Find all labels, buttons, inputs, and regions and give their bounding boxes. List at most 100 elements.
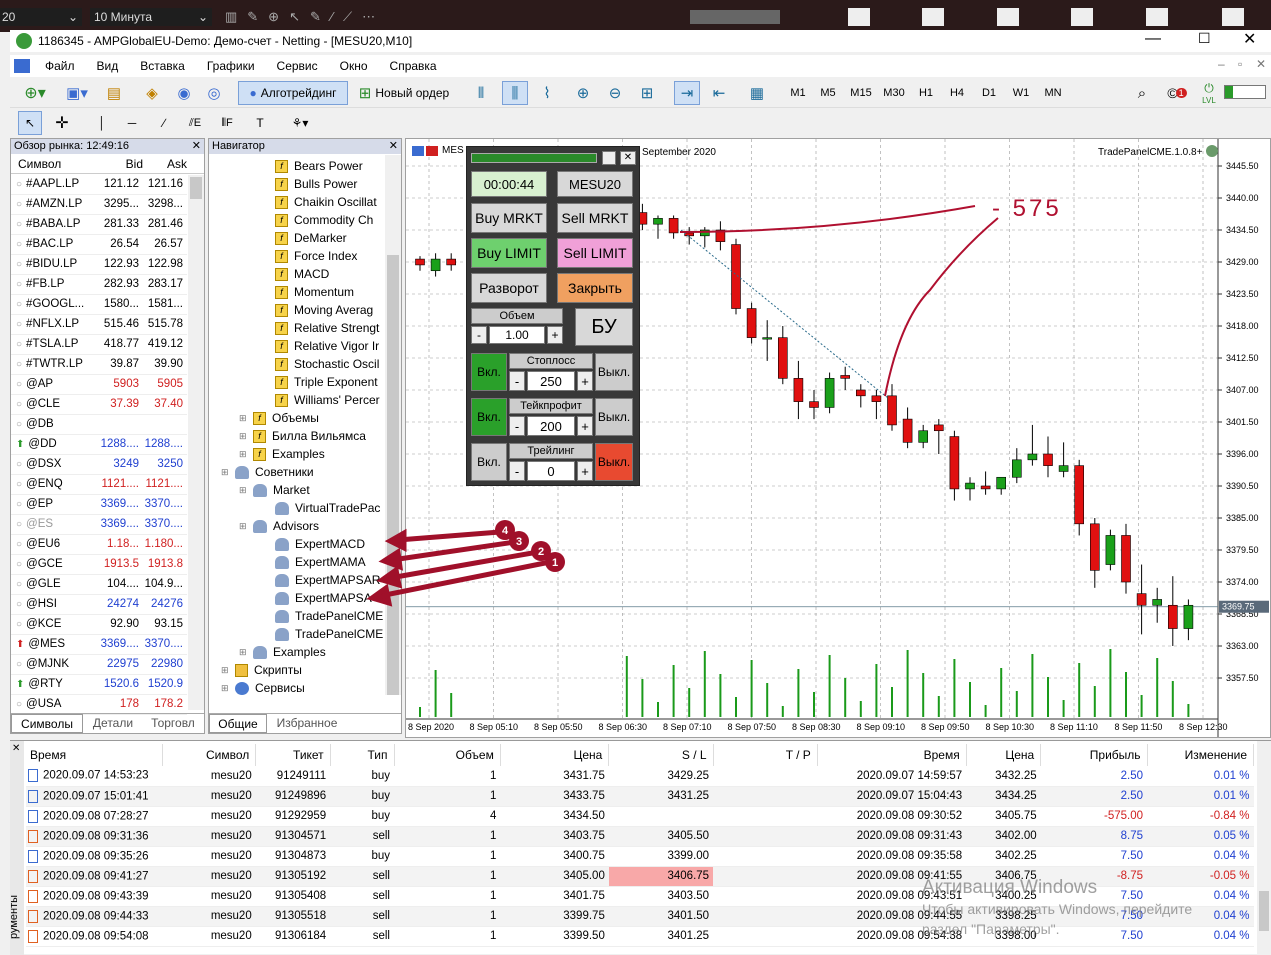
close-panel-button[interactable]: ✕ xyxy=(620,151,636,165)
menu-insert[interactable]: Вставка xyxy=(129,59,196,73)
market-watch-row[interactable]: ○ @EP 3369.... 3370.... xyxy=(11,494,187,515)
market-watch-row[interactable]: ○ @GCE 1913.5 1913.8 xyxy=(11,554,187,575)
market-watch-row[interactable]: ○ @EU6 1.18... 1.180... xyxy=(11,534,187,555)
navigator-item[interactable]: ExpertMAPSA xyxy=(209,589,385,607)
zoom-out-icon[interactable]: ⊖ xyxy=(602,81,628,105)
navigator-item[interactable]: f Williams' Percer xyxy=(209,391,385,409)
stoploss-minus-button[interactable]: - xyxy=(509,371,525,391)
period-m30[interactable]: M30 xyxy=(879,81,909,105)
navigator-item[interactable]: ⊞ f Билла Вильямса xyxy=(209,427,385,445)
trendline-icon[interactable]: ∕ xyxy=(152,111,176,135)
market-watch-row[interactable]: ○ #BAC.LP 26.54 26.57 xyxy=(11,234,187,255)
fibonacci-icon[interactable]: ⫴F xyxy=(214,111,240,135)
navigator-item[interactable]: f Stochastic Oscil xyxy=(209,355,385,373)
market-watch-row[interactable]: ○ #TWTR.LP 39.87 39.90 xyxy=(11,354,187,375)
tab-favorites[interactable]: Избранное xyxy=(267,714,347,733)
navigator-item[interactable]: ⊞ Market xyxy=(209,481,385,499)
period-m15[interactable]: M15 xyxy=(846,81,876,105)
market-watch-row[interactable]: ⬆ @DD 1288.... 1288.... xyxy=(11,434,187,455)
reverse-button[interactable]: Разворот xyxy=(471,273,547,303)
period-mn[interactable]: MN xyxy=(1041,81,1065,105)
period-d1[interactable]: D1 xyxy=(977,81,1001,105)
market-watch-row[interactable]: ○ @CLE 37.39 37.40 xyxy=(11,394,187,415)
navigator-item[interactable]: f Commodity Ch xyxy=(209,211,385,229)
market-watch-row[interactable]: ⬆ @MES 3369.... 3370.... xyxy=(11,634,187,655)
expand-icon[interactable]: ⊞ xyxy=(239,431,249,442)
market-watch-row[interactable]: ○ @ES 3369.... 3370.... xyxy=(11,514,187,535)
market-watch-row[interactable]: ○ #GOOGL... 1580... 1581... xyxy=(11,294,187,315)
navigator-item[interactable]: ⊞ f Examples xyxy=(209,445,385,463)
tab-trading[interactable]: Торговл xyxy=(143,714,203,733)
trailing-minus-button[interactable]: - xyxy=(509,461,525,481)
timeframe-select[interactable]: 10 Минута ⌄ xyxy=(90,8,212,26)
deals-col-header[interactable]: Тикет xyxy=(255,744,331,766)
deal-row[interactable]: 2020.09.08 09:54:08 mesu20 91306184 sell 1 33… xyxy=(26,926,1254,947)
deal-row[interactable]: 2020.09.08 09:35:26 mesu20 91304873 buy 1 340… xyxy=(26,846,1254,867)
period-w1[interactable]: W1 xyxy=(1009,81,1033,105)
expand-icon[interactable]: ⊞ xyxy=(239,449,249,460)
navigator-item[interactable]: f Relative Strengt xyxy=(209,319,385,337)
line-chart-icon[interactable]: ⌇ xyxy=(534,81,560,105)
scrollbar[interactable] xyxy=(1257,741,1271,955)
navigator-item[interactable]: ⊞ Advisors xyxy=(209,517,385,535)
shapes-icon[interactable]: ⚘▾ xyxy=(280,111,320,135)
equidistant-channel-icon[interactable]: ⫽E xyxy=(182,111,208,135)
expand-icon[interactable]: ⊞ xyxy=(239,647,249,658)
expand-icon[interactable]: ⊞ xyxy=(221,665,231,676)
candlestick-icon[interactable]: ⫼ xyxy=(502,81,528,105)
stoploss-plus-button[interactable]: + xyxy=(577,371,593,391)
expand-icon[interactable]: ⊞ xyxy=(221,683,231,694)
trailing-input[interactable]: 0 xyxy=(527,461,575,481)
navigator-item[interactable]: ⊞ Советники xyxy=(209,463,385,481)
signals-icon[interactable]: ◎ xyxy=(202,81,226,105)
period-h4[interactable]: H4 xyxy=(945,81,969,105)
navigator-item[interactable]: TradePanelCME xyxy=(209,607,385,625)
field-input[interactable]: 20 ⌄ xyxy=(0,8,82,26)
market-watch-row[interactable]: ○ @MJNK 22975 22980 xyxy=(11,654,187,675)
navigator-item[interactable]: ExpertMAMA xyxy=(209,553,385,571)
navigator-item[interactable]: TradePanelCME xyxy=(209,625,385,643)
navigator-item[interactable]: ExpertMAPSAR xyxy=(209,571,385,589)
close-icon[interactable]: ✕ xyxy=(192,139,201,152)
chart-menu-icon[interactable] xyxy=(412,145,424,156)
takeprofit-minus-button[interactable]: - xyxy=(509,416,525,436)
market-watch-row[interactable]: ○ #TSLA.LP 418.77 419.12 xyxy=(11,334,187,355)
navigator-item[interactable]: ⊞ Скрипты xyxy=(209,661,385,679)
profiles-icon[interactable]: ▣▾ xyxy=(60,81,94,105)
trailing-plus-button[interactable]: + xyxy=(577,461,593,481)
market-watch-row[interactable]: ○ @HSI 24274 24276 xyxy=(11,594,187,615)
navigator-item[interactable]: f DeMarker xyxy=(209,229,385,247)
market-watch-row[interactable]: ○ @KCE 92.90 93.15 xyxy=(11,614,187,635)
expand-icon[interactable]: ⊞ xyxy=(239,413,249,424)
navigator-item[interactable]: VirtualTradePac xyxy=(209,499,385,517)
tab-symbols[interactable]: Символы xyxy=(11,714,83,733)
data-window-icon[interactable]: ◈ xyxy=(140,81,164,105)
market-watch-row[interactable]: ○ #FB.LP 282.93 283.17 xyxy=(11,274,187,295)
navigator-item[interactable]: f Bulls Power xyxy=(209,175,385,193)
scrollbar[interactable] xyxy=(188,175,204,710)
window-close-icon[interactable]: ✕ xyxy=(1256,57,1266,71)
col-symbol[interactable]: Символ xyxy=(11,157,99,171)
trailing-off-button[interactable]: Выкл. xyxy=(595,443,633,481)
market-watch-row[interactable]: ○ @ENQ 1121.... 1121.... xyxy=(11,474,187,495)
deal-row[interactable]: 2020.09.08 09:31:36 mesu20 91304571 sell 1 34… xyxy=(26,826,1254,847)
market-watch-row[interactable]: ○ #BABA.LP 281.33 281.46 xyxy=(11,214,187,235)
navigator-item[interactable]: f Relative Vigor Ir xyxy=(209,337,385,355)
deal-row[interactable]: 2020.09.08 07:28:27 mesu20 91292959 buy 4 343… xyxy=(26,806,1254,827)
col-ask[interactable]: Ask xyxy=(143,157,187,171)
deals-col-header[interactable]: Прибыль xyxy=(1040,744,1148,766)
market-watch-row[interactable]: ○ #AMZN.LP 3295... 3298... xyxy=(11,194,187,215)
deals-col-header[interactable]: Изменение xyxy=(1147,744,1255,766)
deals-col-header[interactable]: Время xyxy=(26,744,163,766)
vertical-line-icon[interactable]: │ xyxy=(90,111,114,135)
deals-col-header[interactable]: Тип xyxy=(330,744,395,766)
zoom-in-icon[interactable]: ⊕ xyxy=(570,81,596,105)
menu-help[interactable]: Справка xyxy=(379,59,448,73)
trailing-on-button[interactable]: Вкл. xyxy=(471,443,507,481)
close-position-button[interactable]: Закрыть xyxy=(557,273,633,303)
close-button[interactable]: ✕ xyxy=(1243,29,1256,49)
algo-trading-button[interactable]: ● Алготрейдинг xyxy=(238,81,348,105)
stoploss-on-button[interactable]: Вкл. xyxy=(471,353,507,391)
market-watch-row[interactable]: ○ #AAPL.LP 121.12 121.16 xyxy=(11,174,187,195)
navigator-item[interactable]: f Force Index xyxy=(209,247,385,265)
